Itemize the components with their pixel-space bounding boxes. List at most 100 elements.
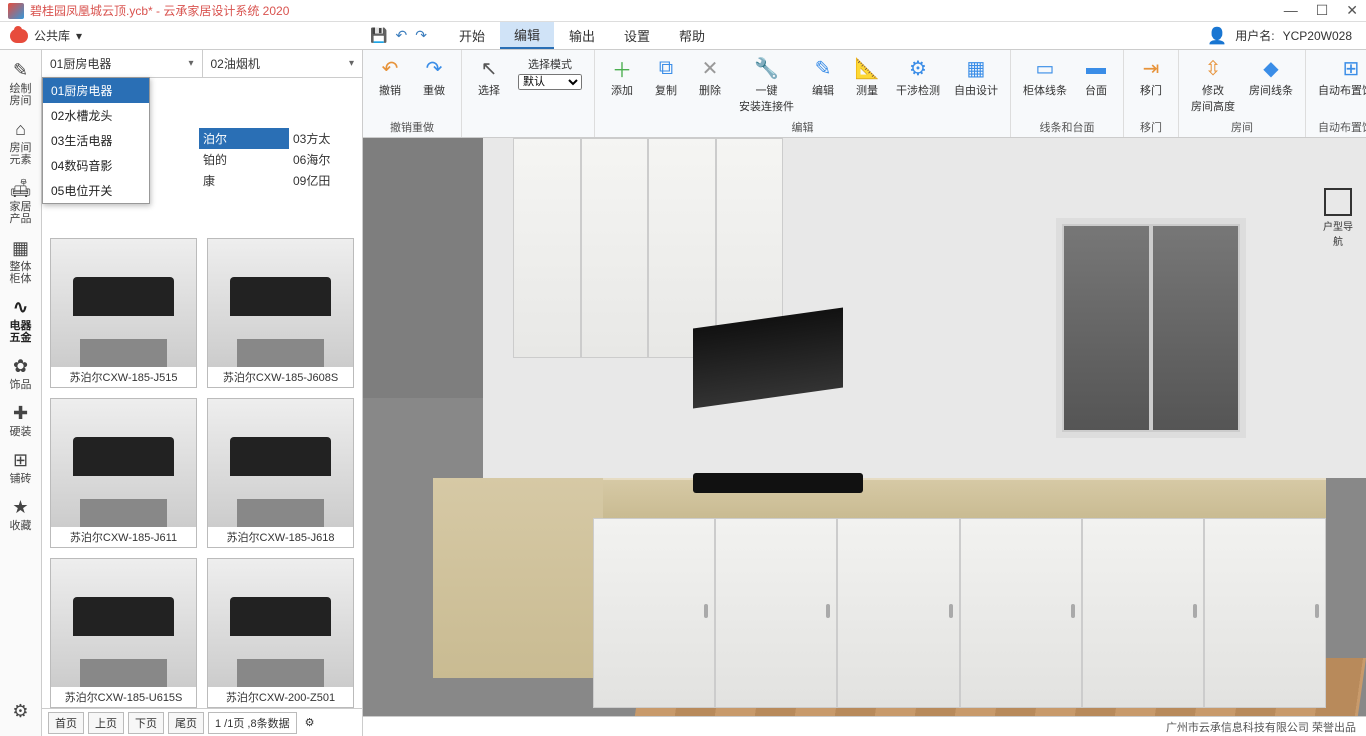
- collision-button[interactable]: ⚙干涉检测: [892, 54, 944, 100]
- viewport-3d[interactable]: 户型导航: [363, 138, 1366, 716]
- countertop-button[interactable]: ▬台面: [1077, 54, 1115, 100]
- product-thumb: [208, 559, 353, 687]
- measure-label: 测量: [856, 82, 878, 98]
- user-area: 👤 用户名: YCP20W028: [1207, 26, 1366, 46]
- category1-option-1[interactable]: 02水槽龙头: [43, 103, 149, 128]
- product-thumb: [51, 399, 196, 527]
- pager-next[interactable]: 下页: [128, 712, 164, 734]
- delete-button[interactable]: ✕删除: [691, 54, 729, 100]
- menu-tabs: 开始编辑输出设置帮助: [445, 22, 719, 49]
- left-tool-hardware[interactable]: ∿电器 五金: [0, 291, 41, 350]
- room-line-button[interactable]: ◆房间线条: [1245, 54, 1297, 100]
- ribbon-group-0: ↶撤销↷重做撤销 重做: [363, 50, 462, 137]
- brand-0[interactable]: 泊尔: [199, 128, 289, 149]
- copy-label: 复制: [655, 82, 677, 98]
- minimize-button[interactable]: —: [1284, 2, 1298, 19]
- product-card-1[interactable]: 苏泊尔CXW-185-J608S: [207, 238, 354, 388]
- product-thumb: [51, 559, 196, 687]
- hard-finish-icon: ✚: [13, 403, 28, 424]
- brand-3[interactable]: 06海尔: [289, 149, 379, 170]
- library-selector[interactable]: 公共库 ▾: [0, 22, 92, 49]
- pager-settings-icon[interactable]: ⚙: [305, 716, 315, 729]
- chevron-down-icon: ▾: [76, 29, 82, 43]
- gear-icon: ⚙: [12, 701, 28, 722]
- maximize-button[interactable]: ☐: [1316, 2, 1329, 19]
- edit-button[interactable]: ✎编辑: [804, 54, 842, 100]
- nav-cube[interactable]: 户型导航: [1320, 188, 1356, 248]
- delete-label: 删除: [699, 82, 721, 98]
- status-text: 广州市云承信息科技有限公司 荣誉出品: [1166, 719, 1356, 735]
- left-tool-cabinet[interactable]: ▦整体 柜体: [0, 232, 41, 291]
- category1-value: 01厨房电器: [50, 55, 111, 72]
- ribbon-group-3: ▭柜体线条▬台面线条和台面: [1011, 50, 1124, 137]
- category1-option-2[interactable]: 03生活电器: [43, 128, 149, 153]
- left-tool-favorite[interactable]: ★收藏: [0, 491, 41, 538]
- sliding-door-button[interactable]: ⇥移门: [1132, 54, 1170, 100]
- category1-option-4[interactable]: 05电位开关: [43, 178, 149, 203]
- product-card-5[interactable]: 苏泊尔CXW-200-Z501: [207, 558, 354, 708]
- redo-button[interactable]: ↷重做: [415, 54, 453, 100]
- undo-label: 撤销: [379, 82, 401, 98]
- pager-prev[interactable]: 上页: [88, 712, 124, 734]
- category1-select[interactable]: 01厨房电器 01厨房电器02水槽龙头03生活电器04数码音影05电位开关: [42, 50, 203, 77]
- undo-quick-icon[interactable]: ↶: [395, 27, 407, 44]
- menu-tab-2[interactable]: 输出: [555, 22, 609, 49]
- close-button[interactable]: ✕: [1346, 2, 1358, 19]
- select-icon: ↖: [477, 56, 501, 80]
- left-tool-tile[interactable]: ⊞铺砖: [0, 444, 41, 491]
- cabinet-line-button[interactable]: ▭柜体线条: [1019, 54, 1071, 100]
- category1-option-3[interactable]: 04数码音影: [43, 153, 149, 178]
- menu-tab-0[interactable]: 开始: [445, 22, 499, 49]
- countertop-label: 台面: [1085, 82, 1107, 98]
- measure-button[interactable]: 📐测量: [848, 54, 886, 100]
- room-elements-icon: ⌂: [15, 119, 26, 140]
- cloud-icon: [10, 29, 28, 43]
- select-mode-select[interactable]: 默认: [518, 74, 582, 90]
- nav-cube-label: 户型导航: [1323, 222, 1353, 248]
- product-thumb: [208, 399, 353, 527]
- pager-first[interactable]: 首页: [48, 712, 84, 734]
- product-card-4[interactable]: 苏泊尔CXW-185-U615S: [50, 558, 197, 708]
- left-tool-settings[interactable]: ⚙: [0, 695, 41, 728]
- product-card-0[interactable]: 苏泊尔CXW-185-J515: [50, 238, 197, 388]
- room-height-button[interactable]: ⇳修改房间高度: [1187, 54, 1239, 116]
- add-label: 添加: [611, 82, 633, 98]
- menu-tab-3[interactable]: 设置: [610, 22, 664, 49]
- auto-decor-button[interactable]: ⊞自动布置饰品: [1314, 54, 1366, 100]
- product-caption: 苏泊尔CXW-185-J611: [51, 527, 196, 547]
- brand-5[interactable]: 09亿田: [289, 170, 379, 191]
- left-tool-home-products[interactable]: 🛋家居 产品: [0, 172, 41, 231]
- product-card-3[interactable]: 苏泊尔CXW-185-J618: [207, 398, 354, 548]
- free-design-button[interactable]: ▦自由设计: [950, 54, 1002, 100]
- tile-icon: ⊞: [13, 450, 28, 471]
- pager-last[interactable]: 尾页: [168, 712, 204, 734]
- add-button[interactable]: ＋添加: [603, 54, 641, 100]
- category2-select[interactable]: 02油烟机: [203, 50, 363, 77]
- left-tool-draw-room[interactable]: ✎绘制 房间: [0, 54, 41, 113]
- auto-decor-label: 自动布置饰品: [1318, 82, 1366, 98]
- left-tool-decor[interactable]: ✿饰品: [0, 350, 41, 397]
- menu-tab-4[interactable]: 帮助: [665, 22, 719, 49]
- copy-button[interactable]: ⧉复制: [647, 54, 685, 100]
- category1-option-0[interactable]: 01厨房电器: [43, 78, 149, 103]
- edit-icon: ✎: [811, 56, 835, 80]
- pager-info: 1 /1页 ,8条数据: [208, 712, 297, 734]
- undo-button[interactable]: ↶撤销: [371, 54, 409, 100]
- home-products-label: 家居 产品: [10, 201, 32, 225]
- product-caption: 苏泊尔CXW-185-J618: [208, 527, 353, 547]
- redo-label: 重做: [423, 82, 445, 98]
- install-button[interactable]: 🔧一键安装连接件: [735, 54, 798, 116]
- user-icon[interactable]: 👤: [1207, 26, 1227, 46]
- left-tool-room-elements[interactable]: ⌂房间 元素: [0, 113, 41, 172]
- free-design-icon: ▦: [964, 56, 988, 80]
- brand-1[interactable]: 03方太: [289, 128, 379, 149]
- menu-tab-1[interactable]: 编辑: [500, 22, 554, 49]
- product-card-2[interactable]: 苏泊尔CXW-185-J611: [50, 398, 197, 548]
- left-tool-hard-finish[interactable]: ✚硬装: [0, 397, 41, 444]
- brand-4[interactable]: 康: [199, 170, 289, 191]
- select-button[interactable]: ↖选择: [470, 54, 508, 100]
- brand-2[interactable]: 铂的: [199, 149, 289, 170]
- save-icon[interactable]: 💾: [370, 27, 387, 44]
- user-name: YCP20W028: [1283, 29, 1352, 43]
- redo-quick-icon[interactable]: ↷: [415, 27, 427, 44]
